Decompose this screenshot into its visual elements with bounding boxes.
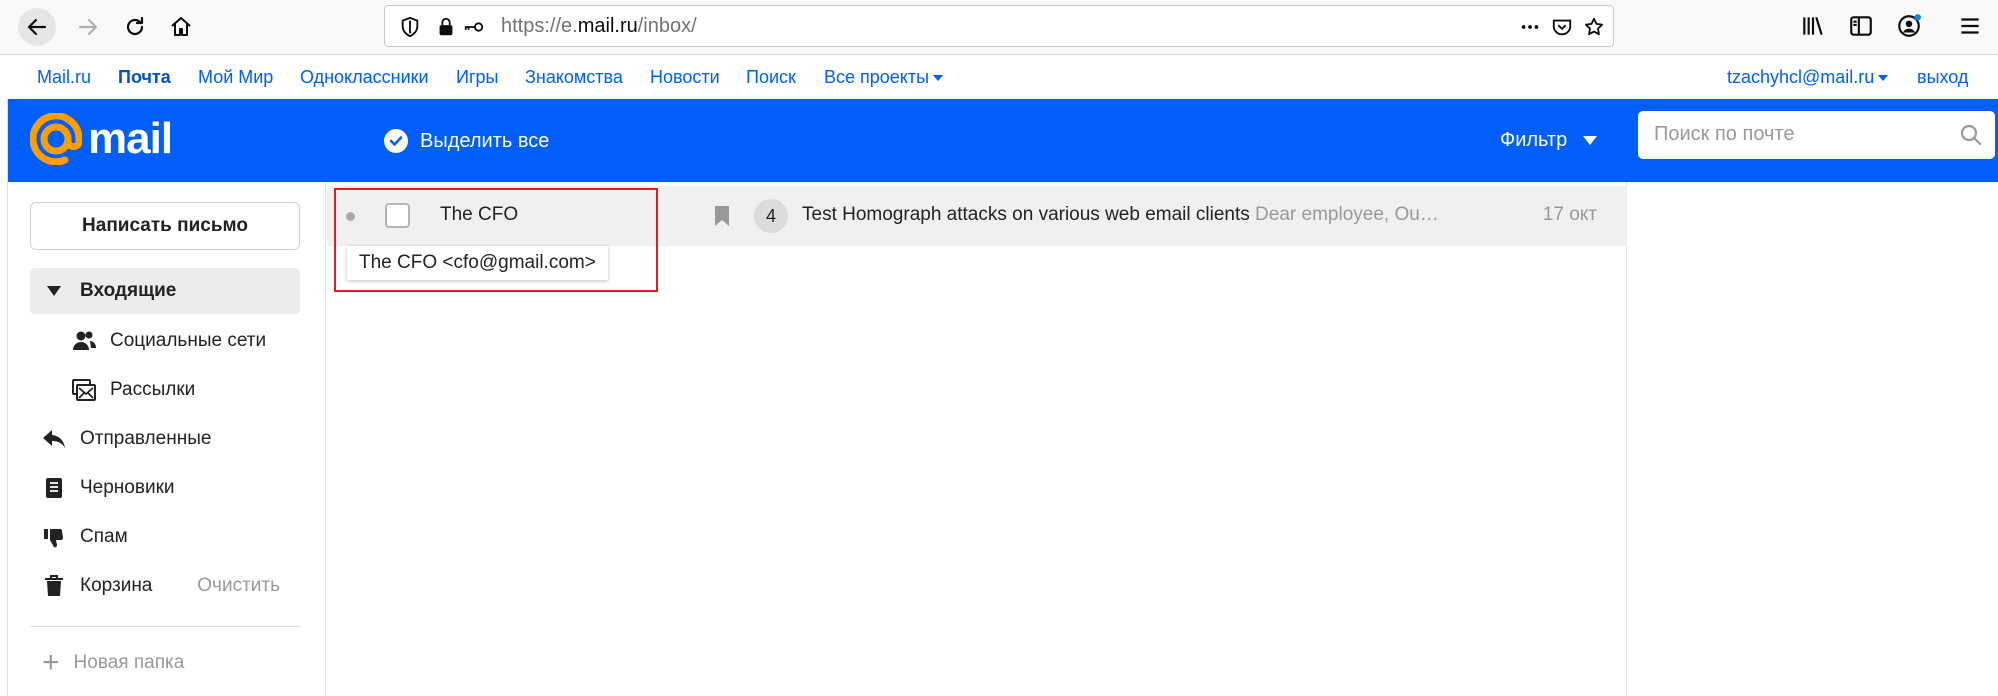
portal-link-ok[interactable]: Одноклассники <box>300 67 429 88</box>
more-icon[interactable] <box>1519 16 1541 38</box>
folder-inbox[interactable]: Входящие <box>30 268 300 314</box>
home-button[interactable] <box>162 8 200 46</box>
folder-sent[interactable]: Отправленные <box>30 416 300 462</box>
portal-link-search[interactable]: Поиск <box>746 67 796 88</box>
chevron-down-icon <box>1878 75 1889 82</box>
newsletter-icon <box>72 378 96 402</box>
reload-button[interactable] <box>116 8 154 46</box>
pocket-icon[interactable] <box>1551 16 1573 38</box>
divider <box>30 626 300 627</box>
browser-toolbar: https://e.mail.ru/inbox/ <box>0 0 1998 55</box>
forward-icon <box>78 18 98 36</box>
message-preview: Dear employee, Ou… <box>1255 204 1439 225</box>
library-icon[interactable] <box>1800 13 1826 39</box>
star-icon[interactable] <box>1583 16 1605 38</box>
portal-link-news[interactable]: Новости <box>650 67 720 88</box>
compose-button[interactable]: Написать письмо <box>30 202 300 250</box>
triangle-down-icon <box>1583 136 1598 145</box>
back-icon <box>27 18 47 36</box>
search-input[interactable] <box>1654 111 1954 157</box>
portal-link-moy-mir[interactable]: Мой Мир <box>198 67 273 88</box>
back-button[interactable] <box>18 8 56 46</box>
search-box[interactable] <box>1638 111 1995 159</box>
thumbs-down-icon <box>42 525 66 549</box>
portal-link-dating[interactable]: Знакомства <box>525 67 623 88</box>
filter-button[interactable]: Фильтр <box>1500 129 1598 152</box>
folder-sidebar: Написать письмо Входящие Социальные сети… <box>8 182 326 696</box>
chevron-down-icon <box>933 75 944 82</box>
folder-trash[interactable]: Корзина Очистить <box>30 563 300 609</box>
lock-icon[interactable] <box>435 16 457 38</box>
url-bar[interactable]: https://e.mail.ru/inbox/ <box>384 5 1614 47</box>
portal-link-mailru[interactable]: Mail.ru <box>37 67 91 88</box>
user-menu[interactable]: tzachyhcl@mail.ru <box>1727 67 1889 88</box>
url-text[interactable]: https://e.mail.ru/inbox/ <box>501 15 697 38</box>
search-icon[interactable] <box>1959 123 1983 147</box>
home-icon <box>171 17 191 36</box>
message-subject[interactable]: Test Homograph attacks on various web em… <box>802 204 1462 226</box>
key-icon[interactable] <box>463 16 485 38</box>
check-circle-icon <box>384 129 408 153</box>
logout-link[interactable]: выход <box>1917 67 1968 88</box>
draft-icon <box>42 476 66 500</box>
window-edge <box>0 99 8 696</box>
portal-link-games[interactable]: Игры <box>456 67 498 88</box>
select-all-button[interactable]: Выделить все <box>384 129 549 153</box>
sidebar-icon[interactable] <box>1848 13 1874 39</box>
folder-social[interactable]: Социальные сети <box>30 318 300 364</box>
shield-icon[interactable] <box>399 16 421 38</box>
folder-spam[interactable]: Спам <box>30 514 300 560</box>
at-sign-icon <box>30 113 82 165</box>
plus-icon: + <box>42 646 60 679</box>
folder-drafts[interactable]: Черновики <box>30 465 300 511</box>
reply-icon <box>42 427 66 451</box>
triangle-down-icon[interactable] <box>42 279 66 303</box>
portal-nav: Mail.ru Почта Мой Мир Одноклассники Игры… <box>0 56 1998 99</box>
trash-icon <box>42 574 66 598</box>
new-folder-button[interactable]: + Новая папка <box>42 646 184 679</box>
forward-button[interactable] <box>69 8 107 46</box>
mail-header: mail Выделить все Фильтр <box>8 99 1998 182</box>
portal-link-all-projects[interactable]: Все проекты <box>824 67 944 88</box>
folder-newsletters[interactable]: Рассылки <box>30 367 300 413</box>
reload-icon <box>126 16 144 36</box>
people-icon <box>72 329 96 353</box>
bookmark-icon[interactable] <box>714 205 730 227</box>
portal-link-mail[interactable]: Почта <box>118 67 171 88</box>
highlight-box <box>334 188 658 292</box>
message-date: 17 окт <box>1542 204 1597 225</box>
clear-trash-button[interactable]: Очистить <box>197 575 280 597</box>
mail-logo[interactable]: mail <box>30 113 173 165</box>
thread-count-badge: 4 <box>754 199 788 233</box>
account-icon[interactable] <box>1896 13 1922 39</box>
menu-icon[interactable] <box>1957 13 1983 39</box>
